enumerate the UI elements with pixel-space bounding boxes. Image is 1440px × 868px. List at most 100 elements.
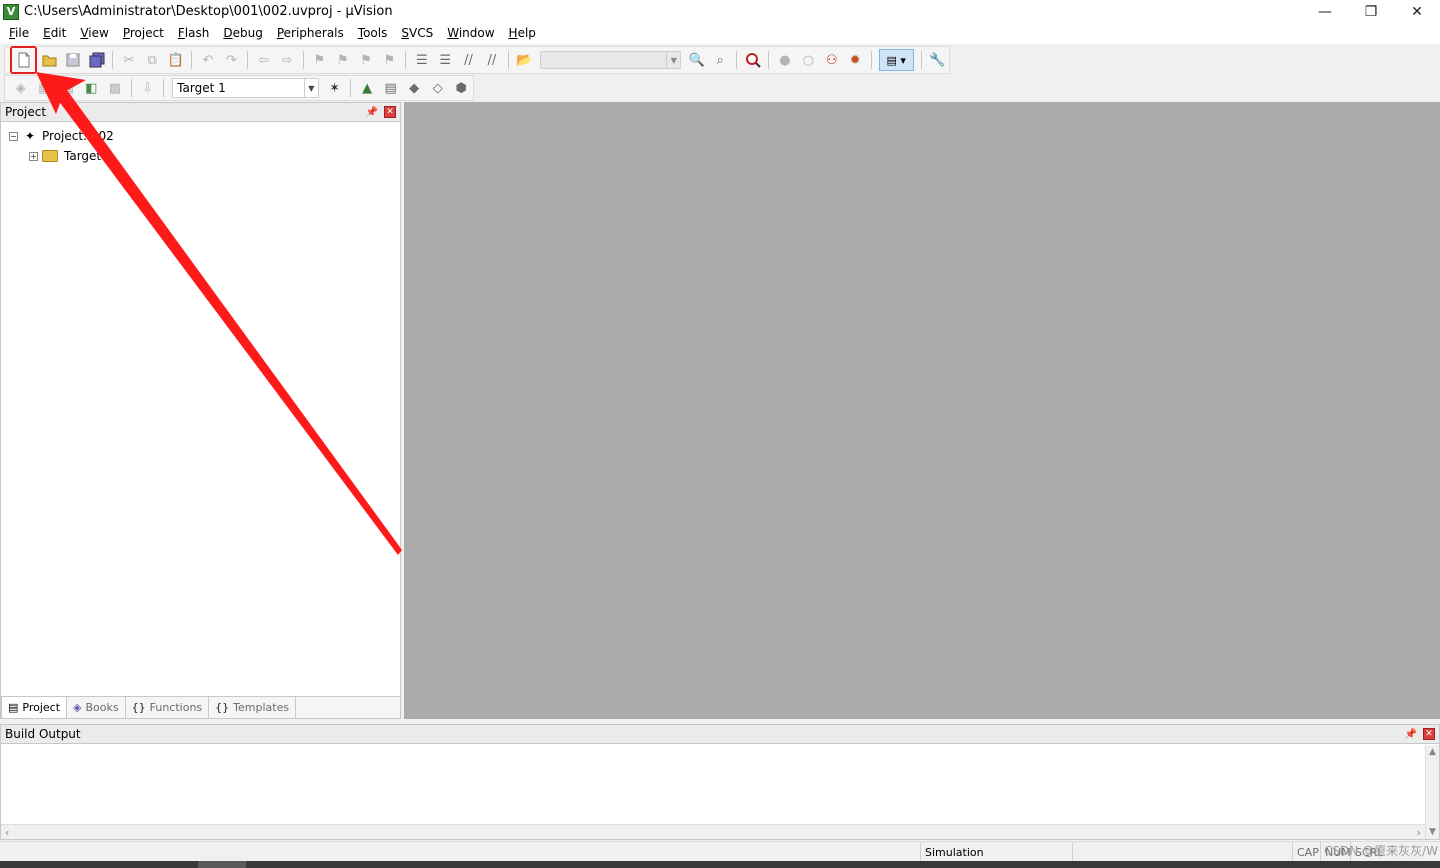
close-icon[interactable]: ✕ — [384, 106, 396, 118]
tree-root-row[interactable]: − ✦ Project: 002 — [1, 126, 400, 146]
copy-button[interactable]: ⧉ — [142, 49, 163, 71]
tab-project[interactable]: ▤ Project — [1, 697, 68, 718]
menu-tools[interactable]: Tools — [351, 23, 395, 44]
tree-target-label: Target 1 — [64, 149, 113, 163]
configure-button[interactable]: 🔧 — [927, 49, 948, 71]
pin-icon[interactable]: 📌 — [366, 107, 378, 118]
previous-bookmark-button[interactable]: ⚑ — [332, 49, 353, 71]
comment-button[interactable]: // — [458, 49, 479, 71]
navigate-forward-button[interactable]: ⇨ — [276, 49, 297, 71]
next-bookmark-button[interactable]: ⚑ — [355, 49, 376, 71]
paste-button[interactable]: 📋 — [165, 49, 186, 71]
open-folder-icon — [42, 55, 57, 67]
pack-installer-icon: ◇ — [432, 80, 443, 96]
tab-functions[interactable]: {} Functions — [126, 697, 210, 718]
menu-edit[interactable]: Edit — [36, 23, 73, 44]
minimize-button[interactable]: — — [1302, 0, 1348, 23]
tab-templates[interactable]: {} Templates — [209, 697, 297, 718]
restore-button[interactable]: ❐ — [1348, 0, 1394, 23]
software-packs-icon: ⬢ — [455, 80, 467, 96]
new-file-button[interactable] — [10, 46, 38, 74]
menu-svcs[interactable]: SVCS — [394, 23, 440, 44]
menu-view[interactable]: View — [73, 23, 115, 44]
comment-icon: // — [464, 52, 473, 68]
rebuild-button[interactable]: ▦ — [57, 77, 79, 99]
project-items-icon: ▲ — [362, 80, 373, 96]
clear-bookmarks-button[interactable]: ⚑ — [379, 49, 400, 71]
incremental-find-button[interactable]: ⌕ — [710, 49, 731, 71]
window-title: C:\Users\Administrator\Desktop\001\002.u… — [24, 4, 393, 19]
menu-bar: File Edit View Project Flash Debug Perip… — [0, 23, 1440, 44]
build-output-text[interactable] — [1, 745, 1425, 824]
horizontal-scrollbar[interactable]: ‹ › — [1, 824, 1425, 839]
uncomment-button[interactable]: // — [481, 49, 502, 71]
translate-icon: ◈ — [15, 80, 26, 96]
unindent-button[interactable]: ☰ — [434, 49, 455, 71]
pack-installer-button[interactable]: ◇ — [427, 77, 449, 99]
project-tab-icon: ▤ — [8, 701, 19, 714]
find-icon: 🔍 — [688, 52, 706, 68]
software-packs-button[interactable]: ⬢ — [450, 77, 472, 99]
window-layout-button[interactable]: ▤ ▾ — [878, 49, 914, 71]
tab-books[interactable]: ◈ Books — [67, 697, 126, 718]
manage-project-items-button[interactable]: ▲ — [356, 77, 378, 99]
navigate-back-button[interactable]: ⇦ — [253, 49, 274, 71]
close-icon[interactable]: ✕ — [1423, 728, 1435, 740]
project-tree: − ✦ Project: 002 + Target 1 — [1, 122, 400, 166]
bookmark-clear-icon: ⚑ — [383, 52, 396, 68]
target-options-button[interactable]: ✶ — [324, 77, 346, 99]
project-panel-tabs: ▤ Project ◈ Books {} Functions {} Templates — [1, 696, 400, 718]
incremental-find-icon: ⌕ — [716, 52, 724, 68]
translate-button[interactable]: ◈ — [10, 77, 32, 99]
kill-all-breakpoints-button[interactable]: ✹ — [844, 49, 865, 71]
vertical-scrollbar[interactable]: ▲ ▼ — [1425, 745, 1439, 839]
scroll-left-icon[interactable]: ‹ — [5, 826, 9, 839]
new-file-icon — [18, 52, 30, 68]
insert-bookmark-button[interactable]: ⚑ — [309, 49, 330, 71]
build-output-title: Build Output — [5, 727, 81, 741]
build-button[interactable]: ▦ — [34, 77, 56, 99]
start-debug-button[interactable] — [742, 49, 763, 71]
save-button[interactable] — [63, 49, 84, 71]
pin-icon[interactable]: 📌 — [1405, 729, 1417, 740]
find-in-files-button[interactable]: 📂 — [514, 49, 535, 71]
close-button[interactable]: ✕ — [1394, 0, 1440, 23]
batch-build-button[interactable]: ◧ — [81, 77, 103, 99]
open-file-button[interactable] — [39, 49, 60, 71]
undo-button[interactable]: ↶ — [197, 49, 218, 71]
tree-target-row[interactable]: + Target 1 — [1, 146, 400, 166]
find-button[interactable]: 🔍 — [686, 49, 707, 71]
menu-project[interactable]: Project — [116, 23, 171, 44]
save-all-button[interactable] — [86, 49, 107, 71]
enable-breakpoint-button[interactable]: ○ — [798, 49, 819, 71]
build-toolbar: ◈ ▦ ▦ ◧ ▩ ⇩ Target 1 ▼ ✶ ▲ ▤ ◆ ◇ ⬢ — [4, 75, 474, 101]
scroll-down-icon[interactable]: ▼ — [1429, 827, 1436, 837]
wrench-icon: 🔧 — [929, 52, 946, 68]
indent-button[interactable]: ☰ — [411, 49, 432, 71]
scroll-right-icon[interactable]: › — [1417, 826, 1421, 839]
cut-button[interactable]: ✂ — [118, 49, 139, 71]
expand-icon[interactable]: + — [29, 151, 38, 161]
scroll-up-icon[interactable]: ▲ — [1429, 747, 1436, 757]
menu-peripherals[interactable]: Peripherals — [270, 23, 351, 44]
collapse-icon[interactable]: − — [9, 131, 18, 141]
insert-breakpoint-button[interactable]: ● — [774, 49, 795, 71]
target-select[interactable]: Target 1 ▼ — [172, 78, 319, 98]
download-button[interactable]: ⇩ — [137, 77, 159, 99]
find-combo[interactable]: ▼ — [539, 51, 682, 69]
build-output-panel: Build Output 📌 ✕ ‹ › ▲ ▼ — [0, 724, 1440, 840]
toolbar-separator — [405, 51, 407, 69]
menu-file[interactable]: File — [2, 23, 36, 44]
editor-area — [404, 102, 1440, 719]
copy-icon: ⧉ — [147, 52, 157, 68]
manage-rte-button[interactable]: ◆ — [403, 77, 425, 99]
menu-help[interactable]: Help — [502, 23, 543, 44]
stop-build-button[interactable]: ▩ — [104, 77, 126, 99]
redo-button[interactable]: ↷ — [221, 49, 242, 71]
menu-window[interactable]: Window — [440, 23, 501, 44]
menu-debug[interactable]: Debug — [216, 23, 269, 44]
menu-flash[interactable]: Flash — [171, 23, 216, 44]
select-packs-button[interactable]: ▤ — [380, 77, 402, 99]
magic-wand-icon: ✶ — [329, 80, 341, 96]
disable-all-breakpoints-button[interactable]: ⚇ — [821, 49, 842, 71]
